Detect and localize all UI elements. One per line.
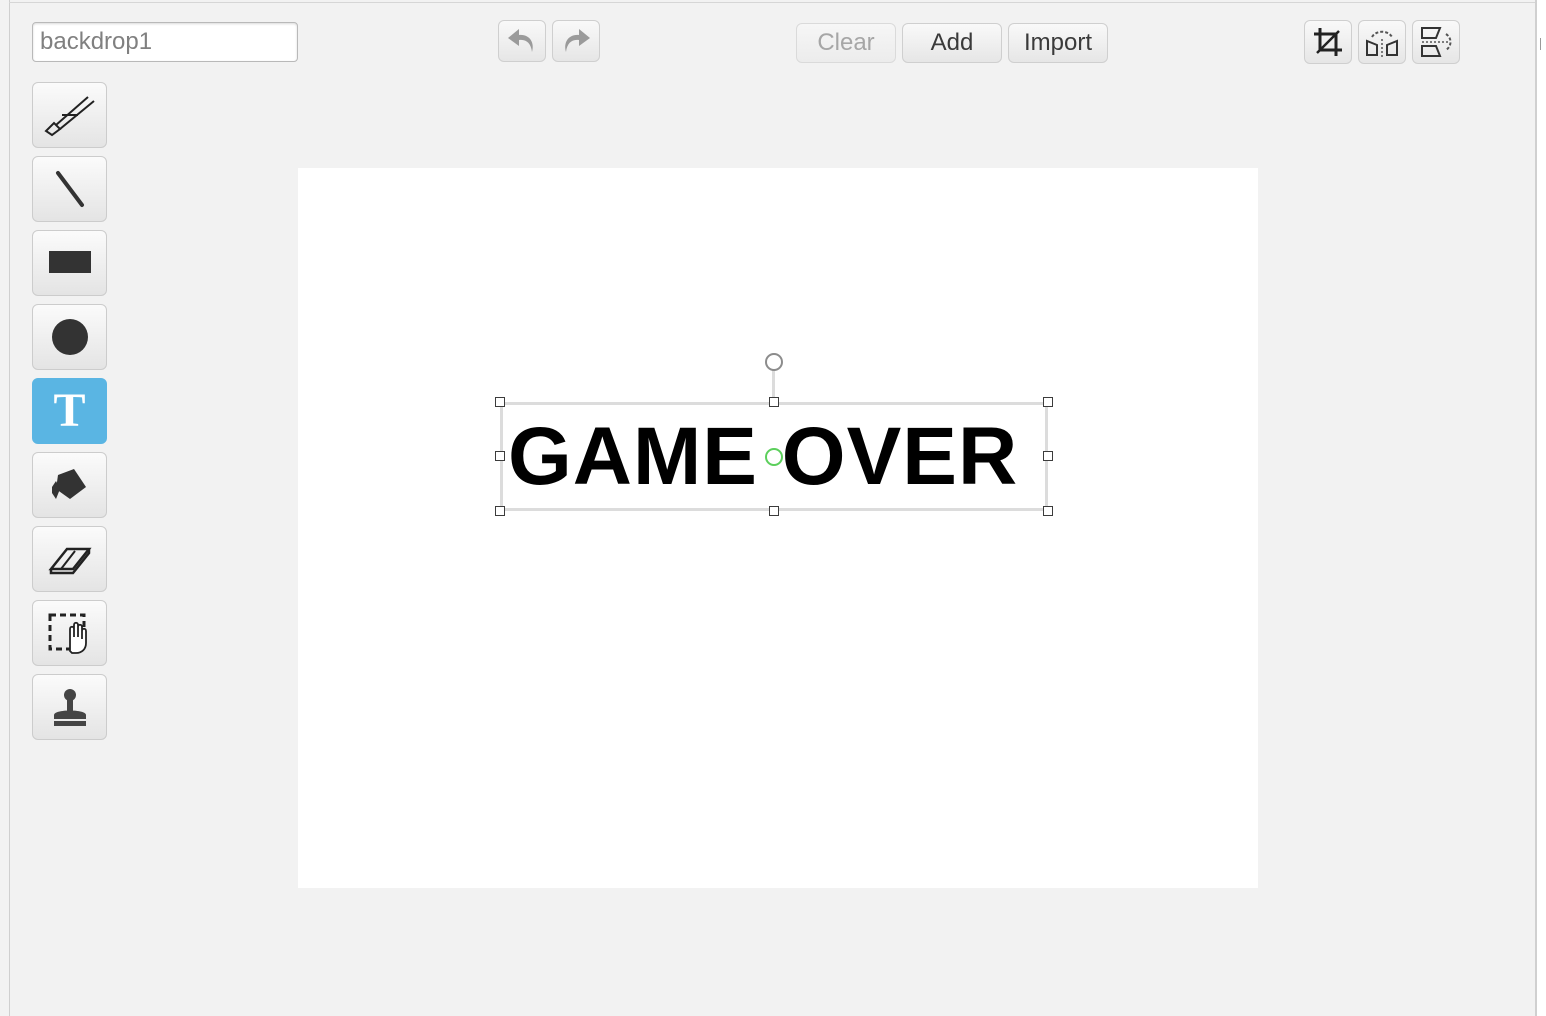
frame-top-border (9, 2, 1537, 3)
resize-handle-top-right[interactable] (1043, 397, 1053, 407)
line-tool[interactable] (32, 156, 107, 222)
redo-icon (565, 29, 590, 52)
rectangle-icon (48, 251, 91, 273)
right-edge-marker (1540, 38, 1546, 50)
add-button-label: Add (930, 29, 974, 56)
undo-button[interactable] (498, 20, 546, 62)
clear-button-label: Clear (817, 29, 875, 56)
brush-icon (43, 96, 95, 137)
resize-handle-bottom-right[interactable] (1043, 506, 1053, 516)
resize-handle-bottom[interactable] (769, 506, 779, 516)
flip-vertical-icon (1421, 27, 1452, 57)
right-scroll-gutter (1537, 0, 1546, 1016)
fill-tool[interactable] (32, 452, 107, 518)
frame-left-border (9, 0, 10, 1016)
undo-icon (508, 29, 533, 52)
ellipse-tool[interactable] (32, 304, 107, 370)
resize-handle-top-left[interactable] (495, 397, 505, 407)
rectangle-tool[interactable] (32, 230, 107, 296)
resize-handle-top[interactable] (769, 397, 779, 407)
drawing-canvas[interactable] (298, 168, 1258, 888)
resize-handle-bottom-left[interactable] (495, 506, 505, 516)
set-costume-center-icon (1314, 28, 1342, 56)
resize-handle-left[interactable] (495, 451, 505, 461)
costume-name-input[interactable] (32, 22, 298, 62)
import-button-label: Import (1023, 29, 1092, 56)
add-button[interactable]: Add (902, 23, 1002, 63)
text-tool[interactable]: T (32, 378, 107, 444)
rotation-handle[interactable] (765, 353, 783, 371)
text-icon: T (53, 384, 86, 437)
select-icon (48, 613, 87, 654)
line-icon (55, 171, 84, 207)
eraser-tool[interactable] (32, 526, 107, 592)
stamp-tool[interactable] (32, 674, 107, 740)
resize-handle-right[interactable] (1043, 451, 1053, 461)
center-handle[interactable] (765, 448, 783, 466)
set-costume-center-button[interactable] (1304, 20, 1352, 64)
paint-editor: Clear Add Import (0, 0, 1546, 1016)
select-tool[interactable] (32, 600, 107, 666)
brush-tool[interactable] (32, 82, 107, 148)
redo-button[interactable] (552, 20, 600, 62)
fill-bucket-icon (51, 469, 86, 499)
import-button[interactable]: Import (1008, 23, 1108, 63)
flip-vertical-button[interactable] (1412, 20, 1460, 64)
clear-button[interactable]: Clear (796, 23, 896, 63)
ellipse-icon (51, 319, 88, 355)
flip-horizontal-button[interactable] (1358, 20, 1406, 64)
eraser-icon (47, 547, 92, 575)
stamp-icon (53, 689, 86, 726)
flip-horizontal-icon (1366, 30, 1398, 57)
